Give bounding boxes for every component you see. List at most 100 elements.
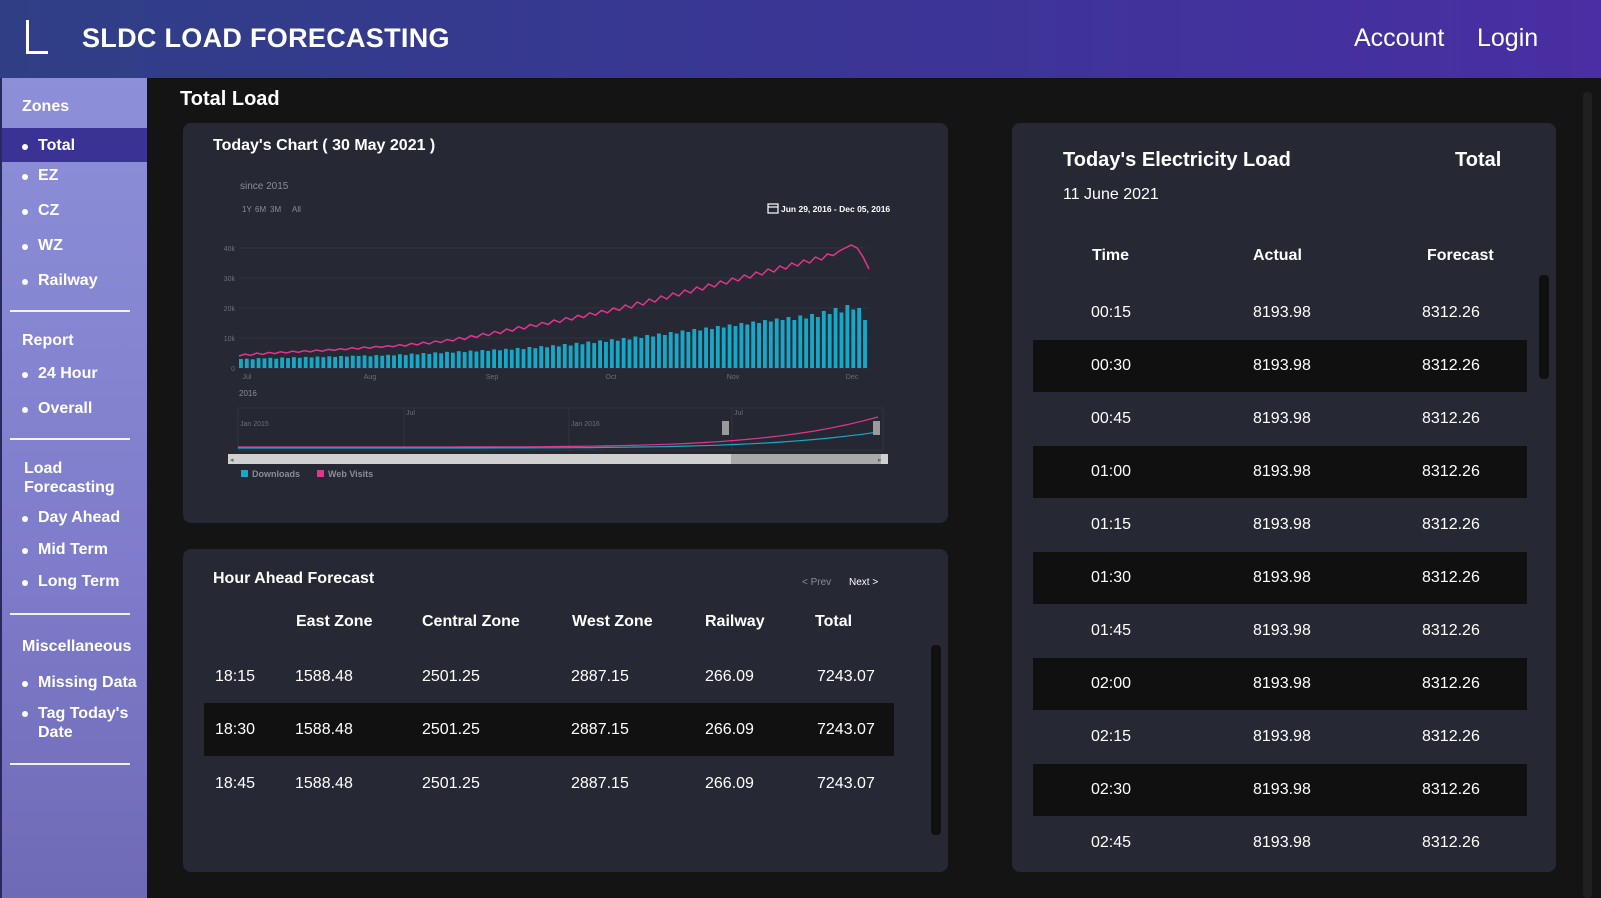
bar: [333, 356, 338, 368]
sidebar-item-long-term[interactable]: Long Term: [22, 573, 119, 591]
sidebar-item-24-hour[interactable]: 24 Hour: [22, 365, 98, 383]
bar: [256, 358, 261, 368]
sidebar-item-overall[interactable]: Overall: [22, 400, 92, 418]
table-cell: 02:30: [1091, 781, 1132, 798]
bar: [380, 355, 385, 368]
bar: [350, 355, 355, 368]
account-link[interactable]: Account: [1354, 24, 1444, 53]
date-range-label[interactable]: Jun 29, 2016 - Dec 05, 2016: [781, 204, 890, 214]
navigator-left-handle[interactable]: [722, 421, 729, 435]
scroll-left-icon[interactable]: ◂: [230, 457, 234, 464]
next-button[interactable]: Next >: [849, 577, 878, 588]
column-header-west-zone: West Zone: [572, 613, 653, 630]
y-tick-label: 0: [231, 366, 235, 373]
downloads-legend-label[interactable]: Downloads: [252, 469, 300, 479]
table-cell: 8193.98: [1253, 410, 1311, 427]
table-cell: 8312.26: [1422, 675, 1480, 692]
page-scrollbar[interactable]: [1583, 92, 1592, 898]
bar: [698, 330, 703, 368]
bar: [303, 356, 308, 368]
table-cell: 8193.98: [1253, 834, 1311, 851]
sidebar-item-ez[interactable]: EZ: [22, 167, 58, 185]
sidebar-item-tag-todays-date[interactable]: Tag Today's Date: [22, 704, 142, 742]
load-forecasting-heading: Load Forecasting: [24, 460, 115, 496]
sidebar-item-wz[interactable]: WZ: [22, 237, 63, 255]
y-tick-label: 10k: [224, 336, 236, 343]
bar: [462, 352, 467, 368]
sidebar-item-day-ahead[interactable]: Day Ahead: [22, 509, 120, 527]
sidebar-item-total[interactable]: Total: [22, 137, 75, 155]
table-cell: 1588.48: [295, 721, 353, 738]
table-row: 02:15 8193.98 8312.26: [1033, 711, 1527, 763]
bar: [857, 308, 862, 368]
bar: [392, 355, 396, 368]
table-cell: 266.09: [705, 668, 754, 685]
table-cell: 7243.07: [817, 668, 875, 685]
bar: [356, 356, 361, 368]
bar: [609, 339, 614, 368]
bar: [244, 358, 249, 368]
bar: [468, 350, 473, 368]
table-cell: 8312.26: [1422, 622, 1480, 639]
range-buttons: 1Y 6M 3M All: [242, 205, 301, 214]
bar: [733, 326, 738, 368]
downloads-legend-swatch: [241, 470, 248, 477]
bar: [810, 314, 814, 368]
column-header-actual: Actual: [1253, 247, 1302, 264]
x-tick-label: Nov: [727, 374, 740, 381]
range-6m-button[interactable]: 6M: [255, 205, 266, 214]
calendar-icon[interactable]: [767, 203, 779, 214]
range-1y-button[interactable]: 1Y: [242, 205, 252, 214]
electricity-zone-label: Total: [1455, 149, 1502, 171]
table-row: 18:45 1588.48 2501.25 2887.15 266.09 7243.07: [204, 757, 894, 810]
login-link[interactable]: Login: [1477, 24, 1538, 53]
electricity-load-title: Today's Electricity Load: [1063, 149, 1291, 171]
table-row: 00:15 8193.98 8312.26: [1033, 287, 1527, 339]
navigator-area[interactable]: [237, 407, 884, 451]
bar: [562, 344, 567, 368]
navigator-right-handle[interactable]: [873, 421, 880, 435]
table-cell: 7243.07: [817, 721, 875, 738]
bar: [674, 333, 679, 368]
sidebar-item-missing-data[interactable]: Missing Data: [22, 674, 137, 692]
electricity-scrollbar[interactable]: [1539, 275, 1549, 379]
prev-button[interactable]: < Prev: [802, 577, 831, 588]
table-cell: 8312.26: [1422, 463, 1480, 480]
bar: [415, 354, 420, 368]
bar: [445, 351, 449, 368]
bar: [757, 323, 761, 368]
web-visits-legend-label[interactable]: Web Visits: [328, 469, 373, 479]
table-row: 18:15 1588.48 2501.25 2887.15 266.09 7243.07: [204, 650, 894, 703]
range-3m-button[interactable]: 3M: [270, 205, 281, 214]
table-cell: 266.09: [705, 775, 754, 792]
sidebar-item-mid-term[interactable]: Mid Term: [22, 541, 108, 559]
bar: [833, 308, 838, 368]
bar: [409, 353, 414, 368]
bar: [362, 355, 367, 368]
bar: [450, 352, 455, 368]
bar: [827, 314, 832, 368]
x-tick-label: Aug: [364, 374, 377, 381]
bar: [662, 335, 667, 368]
range-all-button[interactable]: All: [292, 205, 301, 214]
table-cell: 2501.25: [422, 775, 480, 792]
scroll-right-icon[interactable]: ▸: [878, 457, 882, 464]
downloads-bars: [239, 305, 867, 368]
bar: [274, 358, 279, 368]
navigator-scrollbar-thumb[interactable]: [731, 454, 881, 464]
sidebar-item-railway[interactable]: Railway: [22, 272, 98, 290]
bar: [509, 349, 514, 368]
sidebar-item-cz[interactable]: CZ: [22, 202, 59, 220]
x-tick-label: Dec: [846, 374, 859, 381]
x-tick-label: Sep: [486, 374, 499, 381]
sidebar-divider: [10, 438, 130, 440]
table-cell: 8312.26: [1422, 410, 1480, 427]
bar: [751, 321, 756, 368]
hour-ahead-scrollbar[interactable]: [931, 645, 941, 835]
column-header-railway: Railway: [705, 613, 765, 630]
table-cell: 8312.26: [1422, 834, 1480, 851]
sidebar-divider: [10, 310, 130, 312]
table-cell: 8193.98: [1253, 463, 1311, 480]
bar: [745, 324, 750, 368]
bar: [286, 358, 290, 368]
